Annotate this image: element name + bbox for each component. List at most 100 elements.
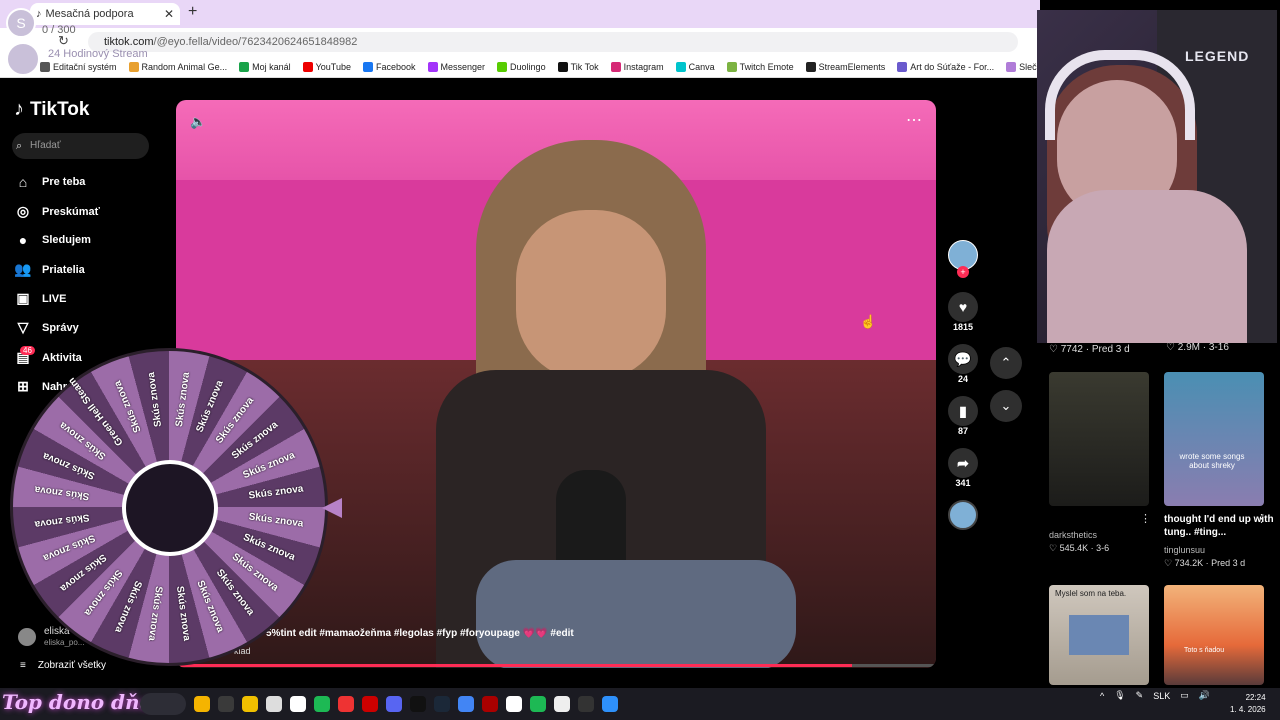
comment-count: 24: [957, 374, 968, 384]
url-path: /@eyo.fella/video/7623420624651848982: [153, 36, 358, 48]
video-jeans: [476, 560, 796, 668]
bookmark-item[interactable]: Instagram: [610, 61, 664, 72]
bookmark-item[interactable]: Facebook: [362, 61, 416, 72]
microphone-icon[interactable]: 🎙: [1114, 690, 1125, 701]
chevron-up-icon[interactable]: ^: [1100, 691, 1104, 701]
live-icon: ▣: [16, 290, 30, 306]
bookmark-item[interactable]: Art do Súťaže - For...: [897, 61, 995, 72]
video-thumbnail[interactable]: Myslel som na teba.: [1049, 585, 1149, 685]
send-icon: ▽: [17, 319, 29, 335]
video-progress-fill: [176, 664, 853, 667]
card-title[interactable]: thought I'd end up with tung.. #ting...: [1164, 513, 1274, 539]
bookmark-favicon-icon: [1006, 61, 1017, 72]
taskbar-app-icon[interactable]: [266, 696, 282, 712]
share-icon: ➦: [948, 448, 978, 478]
search-placeholder: Hľadať: [30, 140, 61, 151]
bookmark-favicon-icon: [805, 61, 816, 72]
more-options-icon[interactable]: ⋯: [906, 110, 922, 130]
sidebar-item-messages[interactable]: ▽ Správy: [14, 319, 79, 336]
video-progress-bar[interactable]: [176, 664, 936, 667]
taskbar-app-icon[interactable]: [362, 696, 378, 712]
list-icon: ≡: [20, 660, 26, 671]
sub-goal-count: 0 / 300: [42, 24, 76, 36]
bookmark-item[interactable]: Moj kanál: [239, 61, 291, 72]
bookmark-item[interactable]: Duolingo: [497, 61, 546, 72]
sidebar-item-following[interactable]: ● Sledujem: [14, 232, 91, 248]
language-indicator[interactable]: SLK: [1153, 691, 1170, 701]
card-user[interactable]: tinglunsuu: [1164, 545, 1205, 555]
compass-icon: ◎: [16, 203, 30, 219]
show-all-link[interactable]: ≡ Zobraziť všetky: [20, 660, 106, 671]
taskbar-app-icon[interactable]: [410, 696, 426, 712]
taskbar-app-icon[interactable]: [386, 696, 402, 712]
thumbnail-text: wrote some songs about shreky: [1179, 452, 1245, 470]
bookmark-item[interactable]: Slečna Exis: [1006, 61, 1040, 72]
network-icon[interactable]: ▭: [1180, 690, 1189, 701]
new-tab-button[interactable]: +: [188, 3, 197, 21]
save-button[interactable]: ▮ 87: [948, 396, 978, 436]
like-button[interactable]: ♥ 1815: [948, 292, 978, 332]
volume-icon[interactable]: 🔈: [190, 114, 206, 130]
taskbar-clock[interactable]: 22:24 1. 4. 2026: [1230, 692, 1266, 716]
previous-video-button[interactable]: ⌃: [990, 347, 1022, 379]
taskbar-search[interactable]: [140, 693, 186, 715]
more-icon[interactable]: ⋮: [1140, 512, 1151, 525]
search-input[interactable]: ⌕ Hľadať: [12, 133, 149, 159]
streamer-body: [1047, 190, 1247, 343]
taskbar-app-icon[interactable]: [218, 696, 234, 712]
sidebar-item-for-you[interactable]: ⌂ Pre teba: [14, 174, 86, 190]
comment-button[interactable]: 💬 24: [948, 344, 978, 384]
bookmark-label: Tik Tok: [570, 61, 599, 72]
taskbar-app-icon[interactable]: [506, 696, 522, 712]
close-tab-icon[interactable]: ✕: [164, 7, 174, 21]
taskbar-app-icon[interactable]: [602, 696, 618, 712]
bookmark-item[interactable]: StreamElements: [805, 61, 885, 72]
taskbar-app-icon[interactable]: [458, 696, 474, 712]
taskbar-app-icon[interactable]: [578, 696, 594, 712]
sub-goal-widget: S 0 / 300 24 Hodinový Stream: [4, 4, 164, 76]
video-thumbnail[interactable]: wrote some songs about shreky: [1164, 372, 1264, 506]
taskbar-app-icon[interactable]: [338, 696, 354, 712]
next-video-button[interactable]: ⌄: [990, 390, 1022, 422]
screen: ♪ Mesačná podpora ✕ + ↻ tiktok.com/@eyo.…: [0, 0, 1280, 720]
music-disc[interactable]: [948, 500, 978, 530]
bookmark-item[interactable]: YouTube: [302, 61, 351, 72]
taskbar-app-icon[interactable]: [434, 696, 450, 712]
video-thumbnail[interactable]: [1049, 372, 1149, 506]
taskbar-app-icon[interactable]: [314, 696, 330, 712]
taskbar-app-icon[interactable]: [242, 696, 258, 712]
card-user[interactable]: darksthetics: [1049, 530, 1097, 540]
tiktok-note-icon: ♪: [14, 98, 24, 120]
stream-label: 24 Hodinový Stream: [48, 48, 148, 60]
sidebar-item-live[interactable]: ▣ LIVE: [14, 290, 66, 307]
like-count: 1815: [952, 322, 974, 332]
bookmark-item[interactable]: Tik Tok: [557, 61, 599, 72]
bookmark-item[interactable]: Messenger: [427, 61, 485, 72]
chevron-up-icon: ⌃: [1000, 355, 1012, 370]
taskbar-app-icon[interactable]: [290, 696, 306, 712]
friends-icon: 👥: [14, 261, 32, 277]
sub-goal-avatar: S: [6, 8, 36, 38]
url-field[interactable]: tiktok.com/@eyo.fella/video/762342062465…: [88, 32, 1018, 52]
tiktok-logo[interactable]: ♪ TikTok: [14, 98, 89, 121]
logo-text: TikTok: [30, 98, 90, 120]
taskbar-app-icon[interactable]: [554, 696, 570, 712]
pen-icon[interactable]: ✎: [1136, 690, 1144, 701]
follow-plus-icon[interactable]: +: [957, 266, 969, 278]
taskbar-app-icon[interactable]: [530, 696, 546, 712]
bookmark-item[interactable]: Twitch Emote: [726, 61, 794, 72]
taskbar-app-icon[interactable]: [482, 696, 498, 712]
top-stat-right: ♡ 2.9M · 3-16: [1166, 342, 1229, 353]
share-button[interactable]: ➦ 341: [948, 448, 978, 488]
following-avatar-icon: ●: [18, 232, 28, 248]
volume-icon[interactable]: 🔊: [1199, 690, 1210, 701]
taskbar-app-icon[interactable]: [194, 696, 210, 712]
bookmark-label: Art do Súťaže - For...: [910, 61, 995, 72]
sidebar-item-explore[interactable]: ◎ Preskúmať: [14, 203, 100, 220]
bookmark-favicon-icon: [362, 61, 373, 72]
hand-cursor-icon: ☝: [860, 314, 877, 329]
video-thumbnail[interactable]: Toto s ňadou: [1164, 585, 1264, 685]
video-caption: 5%tint edit #mamaožeňma #legolas #fyp #f…: [266, 628, 574, 639]
bookmark-item[interactable]: Canva: [675, 61, 715, 72]
sidebar-item-friends[interactable]: 👥 Priatelia: [14, 261, 85, 278]
